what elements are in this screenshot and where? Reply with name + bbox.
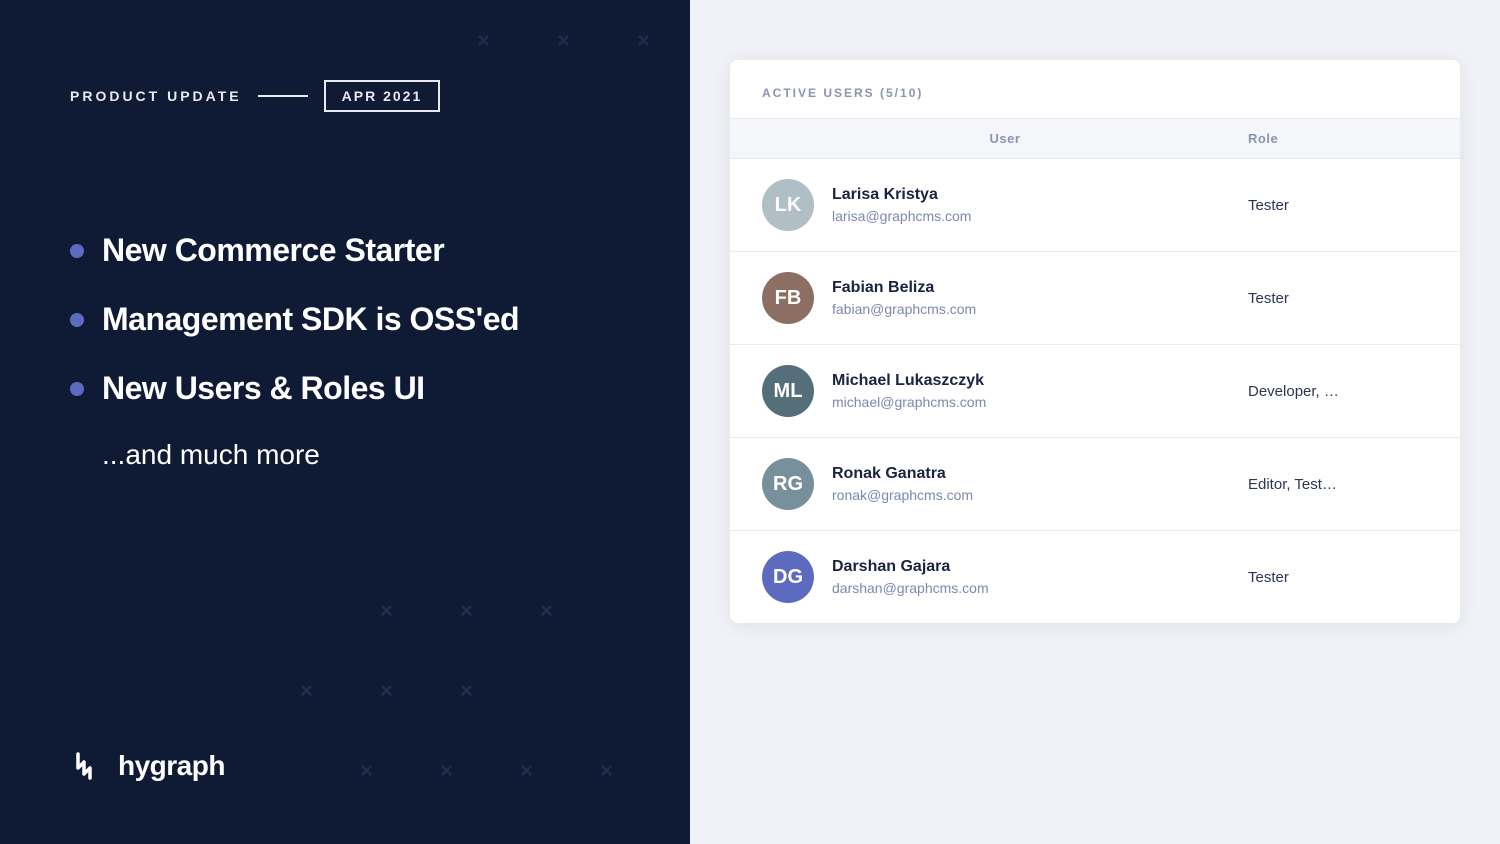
user-details: Darshan Gajara darshan@graphcms.com [832,558,989,596]
user-role: Tester [1248,197,1428,214]
decoration-x: × [600,758,613,784]
product-update-label: PRODUCT UPDATE [70,88,242,104]
user-email: ronak@graphcms.com [832,487,973,503]
decoration-x: × [477,28,490,54]
col-user-header: User [762,131,1248,146]
table-row: DG Darshan Gajara darshan@graphcms.com T… [730,531,1460,623]
decoration-x: × [637,28,650,54]
feature-text: New Commerce Starter [102,232,444,269]
decoration-x: × [460,598,473,624]
user-info: FB Fabian Beliza fabian@graphcms.com [762,272,1248,324]
decoration-x: × [460,678,473,704]
user-email: darshan@graphcms.com [832,580,989,596]
table-header: User Role [730,118,1460,159]
decoration-x: × [440,758,453,784]
logo-text: hygraph [118,750,225,782]
table-row: RG Ronak Ganatra ronak@graphcms.com Edit… [730,438,1460,531]
product-update-date: APR 2021 [324,80,441,112]
left-panel: × × × × × × × × × × × × × PRODUCT UPDATE… [0,0,690,844]
user-role: Editor, Test… [1248,476,1428,493]
section-title: ACTIVE USERS (5/10) [762,86,923,100]
user-name: Michael Lukaszczyk [832,372,986,390]
card-header: ACTIVE USERS (5/10) [730,60,1460,118]
user-email: larisa@graphcms.com [832,208,971,224]
avatar: LK [762,179,814,231]
avatar: ML [762,365,814,417]
user-info: ML Michael Lukaszczyk michael@graphcms.c… [762,365,1248,417]
user-name: Fabian Beliza [832,279,976,297]
user-info: DG Darshan Gajara darshan@graphcms.com [762,551,1248,603]
col-role-header: Role [1248,131,1428,146]
user-email: michael@graphcms.com [832,394,986,410]
user-role: Developer, … [1248,383,1428,400]
decoration-x: × [557,28,570,54]
right-panel: ACTIVE USERS (5/10) User Role LK Larisa … [690,0,1500,844]
user-details: Larisa Kristya larisa@graphcms.com [832,186,971,224]
user-name: Larisa Kristya [832,186,971,204]
avatar: FB [762,272,814,324]
product-update-header: PRODUCT UPDATE APR 2021 [70,80,620,112]
user-name: Darshan Gajara [832,558,989,576]
feature-text: New Users & Roles UI [102,370,425,407]
decoration-x: × [520,758,533,784]
bullet-dot [70,313,84,327]
decoration-x: × [360,758,373,784]
feature-item-3: New Users & Roles UI [70,370,620,407]
logo-area: hygraph [70,748,225,784]
user-info: RG Ronak Ganatra ronak@graphcms.com [762,458,1248,510]
feature-item-1: New Commerce Starter [70,232,620,269]
header-line [258,95,308,97]
user-role: Tester [1248,290,1428,307]
decoration-x: × [380,678,393,704]
users-card: ACTIVE USERS (5/10) User Role LK Larisa … [730,60,1460,623]
table-row: ML Michael Lukaszczyk michael@graphcms.c… [730,345,1460,438]
bullet-dot [70,244,84,258]
user-info: LK Larisa Kristya larisa@graphcms.com [762,179,1248,231]
bullet-dot [70,382,84,396]
avatar: DG [762,551,814,603]
feature-item-2: Management SDK is OSS'ed [70,301,620,338]
decoration-x: × [380,598,393,624]
feature-text: Management SDK is OSS'ed [102,301,519,338]
decoration-x: × [300,678,313,704]
more-text: ...and much more [102,439,620,471]
user-details: Michael Lukaszczyk michael@graphcms.com [832,372,986,410]
user-details: Ronak Ganatra ronak@graphcms.com [832,465,973,503]
user-name: Ronak Ganatra [832,465,973,483]
user-details: Fabian Beliza fabian@graphcms.com [832,279,976,317]
user-email: fabian@graphcms.com [832,301,976,317]
hygraph-logo-icon [70,748,106,784]
table-row: FB Fabian Beliza fabian@graphcms.com Tes… [730,252,1460,345]
avatar: RG [762,458,814,510]
decoration-x: × [540,598,553,624]
table-row: LK Larisa Kristya larisa@graphcms.com Te… [730,159,1460,252]
user-role: Tester [1248,569,1428,586]
feature-list: New Commerce Starter Management SDK is O… [70,232,620,407]
